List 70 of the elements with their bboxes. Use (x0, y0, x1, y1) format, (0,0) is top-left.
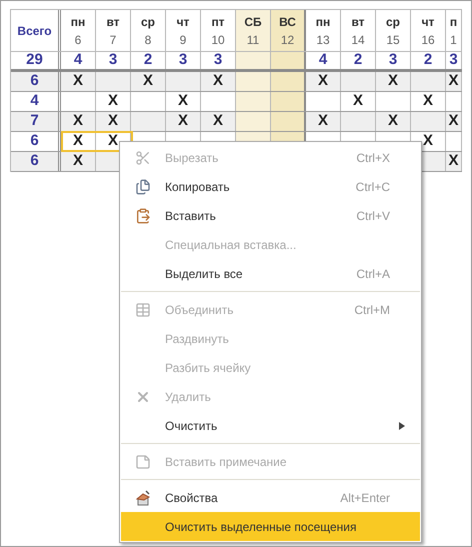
table-cell: X (201, 112, 236, 131)
menu-item[interactable]: Вставить Ctrl+V (121, 201, 420, 230)
table-cell: X (376, 112, 411, 131)
table-cell (271, 112, 306, 131)
date-label: 15 (386, 32, 400, 48)
table-cell (236, 72, 271, 91)
table-cell (236, 112, 271, 131)
total-cell: 7 (11, 112, 61, 131)
shortcut-label: Ctrl+A (356, 266, 390, 282)
day-label: пн (316, 14, 330, 30)
date-label: 11 (246, 32, 260, 48)
table-cell: X (131, 72, 166, 91)
table-cell: X (61, 152, 96, 171)
date-label: 1 (450, 32, 457, 48)
day-label: ср (140, 14, 155, 30)
table-cell: X (446, 152, 462, 171)
date-label: 13 (316, 32, 330, 48)
total-cell: 6 (11, 72, 61, 91)
menu-item[interactable]: Очистить (121, 411, 420, 440)
day-label: чт (176, 14, 190, 30)
shortcut-label: Alt+Enter (340, 490, 390, 506)
table-cell: X (376, 72, 411, 91)
shortcut-label: Ctrl+M (354, 302, 390, 318)
day-label: ср (386, 14, 400, 30)
date-label: 9 (180, 32, 186, 48)
table-cell: X (61, 72, 96, 91)
house-icon (135, 490, 151, 506)
menu-item[interactable]: Выделить все Ctrl+A (121, 259, 420, 288)
menu-item[interactable]: Копировать Ctrl+C (121, 172, 420, 201)
date-label: 14 (351, 32, 365, 48)
table-cell (236, 92, 271, 111)
shortcut-label: Ctrl+X (356, 150, 390, 166)
date-label: 8 (144, 32, 152, 48)
table-cell: X (201, 72, 236, 91)
day-label: ВС (279, 14, 296, 30)
day-label: пн (70, 14, 86, 30)
table-cell (271, 92, 306, 111)
total-cell: 6 (11, 152, 61, 171)
table-cell (166, 72, 201, 91)
copy-icon (135, 178, 151, 194)
day-label: вт (351, 14, 365, 30)
day-label: пт (211, 14, 225, 30)
table-cell (411, 72, 446, 91)
table-cell: X (306, 112, 341, 131)
note-icon (135, 454, 151, 470)
table-cell: X (446, 112, 462, 131)
date-label: 7 (110, 32, 116, 48)
table-cell: X (306, 72, 341, 91)
date-label: 6 (74, 32, 82, 48)
table-cell (96, 72, 131, 91)
day-label: СБ (244, 14, 262, 30)
table-cell (411, 112, 446, 131)
table-cell: X (61, 112, 96, 131)
table-cell: X (166, 112, 201, 131)
day-label: чт (422, 14, 434, 30)
menu-item[interactable]: Свойства Alt+Enter (121, 483, 420, 512)
shortcut-label: Ctrl+V (356, 208, 390, 224)
table-cell: X (446, 72, 462, 91)
day-label: вт (106, 14, 120, 30)
date-label: 16 (421, 32, 435, 48)
date-label: 12 (280, 32, 294, 48)
date-label: 10 (211, 32, 225, 48)
paste-icon (135, 208, 151, 224)
scissors-icon (135, 150, 151, 166)
table-cell: X (96, 112, 131, 131)
shortcut-label: Ctrl+C (356, 178, 390, 196)
day-label: п (450, 14, 458, 30)
table-icon (135, 302, 151, 318)
table-cell (341, 72, 376, 91)
menu-item[interactable]: Очистить выделенные посещения (121, 512, 420, 541)
